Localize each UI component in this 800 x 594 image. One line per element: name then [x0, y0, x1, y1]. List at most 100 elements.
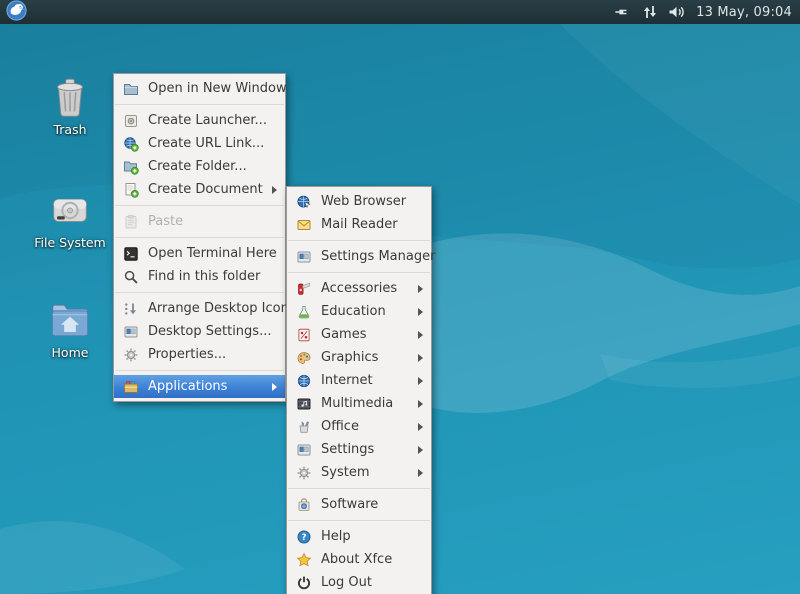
applications-menu-item-games[interactable]: Games	[287, 323, 431, 346]
filesystem-icon	[47, 187, 93, 233]
xfce-desktop-screen: Trash File System Home 13 May, 09:04 Open …	[0, 0, 800, 594]
menu-item-label: About Xfce	[321, 552, 392, 567]
volume-icon[interactable]	[668, 3, 686, 21]
arrange-icon	[123, 301, 139, 317]
context-menu-item-arrange-desktop-icons[interactable]: Arrange Desktop Icons	[114, 297, 285, 320]
desktop-icon-label: Trash	[32, 123, 108, 137]
applications-menu-item-settings[interactable]: Settings	[287, 438, 431, 461]
menu-separator	[115, 237, 284, 238]
applications-menu-item-log-out[interactable]: Log Out	[287, 571, 431, 594]
context-menu-item-create-folder[interactable]: Create Folder...	[114, 155, 285, 178]
context-menu-item-open-in-new-window[interactable]: Open in New Window	[114, 77, 285, 100]
menu-item-label: Open in New Window	[148, 81, 287, 96]
network-arrows-icon[interactable]	[641, 3, 659, 21]
menu-item-label: Create Document	[148, 182, 263, 197]
context-menu-item-find-in-this-folder[interactable]: Find in this folder	[114, 265, 285, 288]
about-xfce-icon	[296, 552, 312, 568]
applications-menu-item-education[interactable]: Education	[287, 300, 431, 323]
menu-item-label: Software	[321, 497, 378, 512]
home-folder-icon	[47, 297, 93, 343]
menu-item-label: System	[321, 465, 369, 480]
mail-icon	[296, 217, 312, 233]
applications-menu-item-software[interactable]: Software	[287, 493, 431, 516]
applications-menu-item-graphics[interactable]: Graphics	[287, 346, 431, 369]
applications-menu-item-internet[interactable]: Internet	[287, 369, 431, 392]
launcher-icon	[123, 113, 139, 129]
education-icon	[296, 304, 312, 320]
menu-separator	[288, 240, 430, 241]
submenu-arrow-icon	[418, 377, 423, 385]
games-icon	[296, 327, 312, 343]
applications-menu-item-office[interactable]: Office	[287, 415, 431, 438]
submenu-arrow-icon	[418, 285, 423, 293]
applications-folder-icon	[123, 379, 139, 395]
menu-item-label: Log Out	[321, 575, 372, 590]
menu-item-label: Find in this folder	[148, 269, 260, 284]
submenu-arrow-icon	[418, 331, 423, 339]
menu-item-label: Arrange Desktop Icons	[148, 301, 296, 316]
applications-submenu: Web Browser Mail Reader Settings Manager Ac…	[286, 186, 432, 594]
menu-item-label: Settings Manager	[321, 249, 435, 264]
context-menu-item-desktop-settings[interactable]: Desktop Settings...	[114, 320, 285, 343]
menu-item-label: Web Browser	[321, 194, 406, 209]
menu-separator	[115, 370, 284, 371]
internet-icon	[296, 373, 312, 389]
menu-item-label: Create Folder...	[148, 159, 247, 174]
svg-text:?: ?	[301, 533, 306, 543]
submenu-arrow-icon	[418, 354, 423, 362]
context-menu-item-create-document[interactable]: Create Document	[114, 178, 285, 201]
menu-item-label: Graphics	[321, 350, 378, 365]
applications-menu-item-about-xfce[interactable]: About Xfce	[287, 548, 431, 571]
menu-item-label: Paste	[148, 214, 183, 229]
context-menu-item-create-url-link[interactable]: Create URL Link...	[114, 132, 285, 155]
top-panel: 13 May, 09:04	[0, 0, 800, 24]
menu-separator	[288, 488, 430, 489]
submenu-arrow-icon	[418, 446, 423, 454]
whisker-menu-button[interactable]	[6, 2, 27, 23]
menu-item-label: Mail Reader	[321, 217, 398, 232]
terminal-icon	[123, 246, 139, 262]
applications-menu-item-mail-reader[interactable]: Mail Reader	[287, 213, 431, 236]
submenu-arrow-icon	[272, 186, 277, 194]
menu-item-label: Office	[321, 419, 359, 434]
context-menu-item-open-terminal-here[interactable]: Open Terminal Here	[114, 242, 285, 265]
applications-menu-item-system[interactable]: System	[287, 461, 431, 484]
power-plug-icon[interactable]	[614, 3, 632, 21]
applications-menu-item-web-browser[interactable]: Web Browser	[287, 190, 431, 213]
applications-menu-item-accessories[interactable]: Accessories	[287, 277, 431, 300]
system-tray	[614, 3, 686, 21]
context-menu-item-properties[interactable]: Properties...	[114, 343, 285, 366]
graphics-icon	[296, 350, 312, 366]
folder-icon	[123, 81, 139, 97]
display-settings-icon	[123, 324, 139, 340]
multimedia-icon	[296, 396, 312, 412]
panel-clock[interactable]: 13 May, 09:04	[696, 5, 794, 20]
desktop-icon-label: File System	[32, 236, 108, 250]
context-menu-item-create-launcher[interactable]: Create Launcher...	[114, 109, 285, 132]
desktop-icon-file-system[interactable]: File System	[32, 187, 108, 250]
desktop-icon-trash[interactable]: Trash	[32, 74, 108, 137]
desktop-icon-home[interactable]: Home	[32, 297, 108, 360]
submenu-arrow-icon	[418, 423, 423, 431]
applications-menu-item-multimedia[interactable]: Multimedia	[287, 392, 431, 415]
context-menu-item-paste[interactable]: Paste	[114, 210, 285, 233]
desktop-icon-label: Home	[32, 346, 108, 360]
menu-separator	[115, 205, 284, 206]
menu-separator	[115, 104, 284, 105]
menu-separator	[288, 520, 430, 521]
applications-menu-item-settings-manager[interactable]: Settings Manager	[287, 245, 431, 268]
globe-plus-icon	[123, 136, 139, 152]
trash-icon	[47, 74, 93, 120]
menu-item-label: Internet	[321, 373, 373, 388]
context-menu-item-applications[interactable]: Applications	[114, 375, 285, 398]
settings-icon	[296, 442, 312, 458]
paste-icon	[123, 214, 139, 230]
applications-menu-item-help[interactable]: ?Help	[287, 525, 431, 548]
menu-item-label: Properties...	[148, 347, 226, 362]
menu-item-label: Create Launcher...	[148, 113, 267, 128]
menu-item-label: Settings	[321, 442, 374, 457]
menu-item-label: Education	[321, 304, 386, 319]
submenu-arrow-icon	[418, 308, 423, 316]
submenu-arrow-icon	[418, 400, 423, 408]
web-browser-icon	[296, 194, 312, 210]
